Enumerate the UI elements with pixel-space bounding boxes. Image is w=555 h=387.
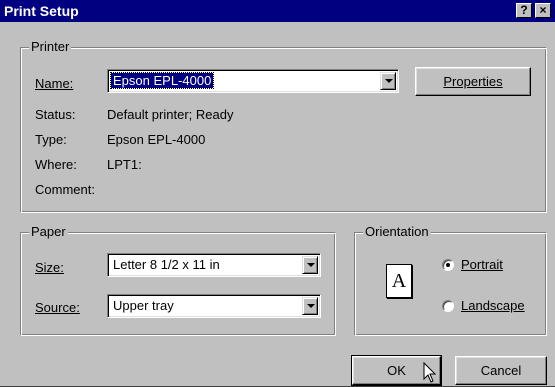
- chevron-down-icon[interactable]: [302, 297, 318, 315]
- printer-name-value: Epson EPL-4000: [109, 72, 215, 89]
- mouse-pointer-icon: [423, 362, 437, 383]
- paper-group-label: Paper: [29, 224, 68, 240]
- help-icon[interactable]: ?: [516, 3, 532, 18]
- properties-button[interactable]: Properties: [415, 67, 531, 96]
- printer-name-select[interactable]: Epson EPL-4000: [107, 69, 399, 93]
- paper-size-value: Letter 8 1/2 x 11 in: [113, 257, 220, 272]
- status-value: Default printer; Ready: [107, 107, 234, 122]
- window-title: Print Setup: [4, 3, 79, 19]
- status-label: Status:: [35, 107, 76, 122]
- chevron-down-icon[interactable]: [302, 256, 318, 274]
- source-label: Source:: [35, 300, 80, 316]
- landscape-label[interactable]: Landscape: [461, 298, 525, 314]
- portrait-page-icon: A: [386, 264, 412, 298]
- type-label: Type:: [35, 132, 67, 147]
- portrait-label[interactable]: Portrait: [461, 257, 503, 273]
- size-label-text: Size:: [35, 260, 64, 275]
- printer-group-label: Printer: [29, 39, 72, 55]
- properties-button-label: Properties: [443, 74, 503, 89]
- cancel-button[interactable]: Cancel: [455, 356, 547, 385]
- paper-size-select[interactable]: Letter 8 1/2 x 11 in: [107, 253, 321, 277]
- close-icon[interactable]: ×: [535, 3, 551, 18]
- comment-label: Comment:: [35, 182, 95, 197]
- radio-selected-dot: [446, 263, 450, 267]
- orientation-group-label: Orientation: [363, 224, 431, 240]
- paper-source-value: Upper tray: [113, 298, 174, 313]
- ok-button-label: OK: [387, 363, 406, 378]
- portrait-page-letter: A: [391, 270, 407, 292]
- orientation-group: Orientation: [354, 224, 547, 336]
- landscape-radio[interactable]: [442, 300, 454, 312]
- where-value: LPT1:: [107, 157, 142, 172]
- paper-group: Paper: [20, 224, 336, 336]
- where-label: Where:: [35, 157, 77, 172]
- source-label-text: Source:: [35, 300, 80, 315]
- type-value: Epson EPL-4000: [107, 132, 206, 147]
- paper-source-select[interactable]: Upper tray: [107, 294, 321, 318]
- portrait-radio[interactable]: [442, 259, 454, 271]
- cancel-button-label: Cancel: [480, 363, 522, 378]
- name-label: Name:: [35, 76, 74, 91]
- title-bar[interactable]: Print Setup ? ×: [0, 0, 555, 22]
- size-label: Size:: [35, 260, 64, 276]
- chevron-down-icon[interactable]: [380, 72, 396, 90]
